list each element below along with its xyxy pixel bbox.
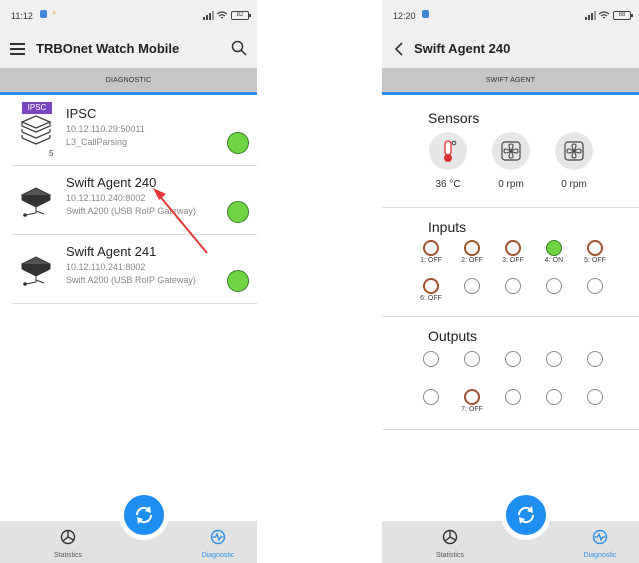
status-bar: 12:20 88 (382, 0, 639, 30)
nav-diagnostic-label: Diagnostic (201, 552, 235, 559)
section-header: SWIFT AGENT (382, 68, 639, 95)
output-indicator (537, 351, 571, 368)
statistics-icon (60, 529, 76, 545)
output-indicator (414, 389, 448, 406)
input-indicator: 3: OFF (496, 240, 530, 264)
fan-icon (555, 132, 593, 170)
sensors-section: Sensors 36 °C 0 rpm 0 rpm (382, 98, 639, 208)
indicator-circle (505, 351, 521, 367)
indicator-circle (423, 278, 439, 294)
output-indicator (455, 351, 489, 368)
sensor-temperature: 36 °C (418, 132, 478, 190)
indicator-circle (464, 240, 480, 256)
input-indicator: 6: OFF (414, 278, 448, 302)
app-bar: Swift Agent 240 (382, 30, 639, 68)
indicator-circle (423, 389, 439, 405)
signal-icon (585, 10, 596, 20)
indicator-label: 1: OFF (420, 257, 442, 264)
input-indicator (537, 278, 571, 295)
back-icon[interactable] (394, 41, 404, 57)
indicator-circle (505, 240, 521, 256)
indicator-circle (587, 240, 603, 256)
nav-diagnostic[interactable]: Diagnostic (188, 529, 248, 559)
outputs-title: Outputs (428, 328, 478, 344)
indicator-label: 5: OFF (584, 257, 606, 264)
input-indicator: 1: OFF (414, 240, 448, 264)
inputs-section: Inputs 1: OFF 2: OFF 3: OFF 4: ON 5: OFF 6: O… (382, 209, 639, 317)
output-indicator: 7: OFF (455, 389, 489, 413)
indicator-circle (587, 351, 603, 367)
indicator-circle (423, 351, 439, 367)
indicator-circle (587, 389, 603, 405)
inputs-title: Inputs (428, 219, 467, 235)
indicator-circle (505, 389, 521, 405)
indicator-circle (587, 278, 603, 294)
wifi-icon (598, 10, 610, 18)
outputs-section: Outputs 7: OFF (382, 318, 639, 430)
indicator-circle (464, 351, 480, 367)
diagnostic-icon (210, 529, 226, 545)
indicator-label: 6: OFF (420, 295, 442, 302)
output-indicator (578, 351, 612, 368)
indicator-label: 7: OFF (461, 406, 483, 413)
indicator-label: 4: ON (544, 257, 564, 264)
annotation-arrow (153, 188, 208, 254)
input-indicator (496, 278, 530, 295)
nav-diagnostic-label: Diagnostic (583, 552, 617, 559)
thermometer-icon (429, 132, 467, 170)
input-indicator (455, 278, 489, 295)
indicator-circle (464, 389, 480, 405)
indicator-label: 2: OFF (461, 257, 483, 264)
refresh-icon (517, 506, 535, 524)
nav-statistics[interactable]: Statistics (38, 529, 98, 559)
status-time: 12:20 (393, 11, 416, 21)
indicator-circle (546, 351, 562, 367)
indicator-circle (464, 278, 480, 294)
nav-statistics-label: Statistics (53, 552, 82, 559)
sensors-title: Sensors (428, 110, 480, 126)
output-indicator (537, 389, 571, 406)
refresh-button[interactable] (501, 490, 551, 540)
refresh-icon (135, 506, 153, 524)
sensor-fan-2: 0 rpm (544, 132, 604, 190)
notification-icon (422, 10, 429, 18)
indicator-circle (546, 240, 562, 256)
sensor-value: 0 rpm (561, 179, 587, 190)
output-indicator (496, 351, 530, 368)
sensor-fan-1: 0 rpm (481, 132, 541, 190)
sensor-value: 0 rpm (498, 179, 524, 190)
battery-icon: 88 (613, 10, 633, 20)
output-indicator (414, 351, 448, 368)
nav-statistics-label: Statistics (435, 552, 464, 559)
nav-diagnostic[interactable]: Diagnostic (570, 529, 630, 559)
fan-icon (492, 132, 530, 170)
sensor-value: 36 °C (435, 179, 461, 190)
page-title: Swift Agent 240 (414, 41, 511, 56)
diagnostic-icon (592, 529, 608, 545)
indicator-circle (546, 278, 562, 294)
indicator-circle (423, 240, 439, 256)
agent-details-screen: 12:20 88 Swift Agent 240 SWIFT AGENT Sen… (382, 0, 639, 563)
refresh-button[interactable] (119, 490, 169, 540)
input-indicator: 2: OFF (455, 240, 489, 264)
input-indicator: 5: OFF (578, 240, 612, 264)
input-indicator (578, 278, 612, 295)
indicator-circle (546, 389, 562, 405)
device-list-screen: 11:12 ⚡ 82 TRBOnet Watch Mobile DIAGNOST… (0, 0, 257, 563)
output-indicator (496, 389, 530, 406)
indicator-circle (505, 278, 521, 294)
input-indicator: 4: ON (537, 240, 571, 264)
statistics-icon (442, 529, 458, 545)
nav-statistics[interactable]: Statistics (420, 529, 480, 559)
indicator-label: 3: OFF (502, 257, 524, 264)
output-indicator (578, 389, 612, 406)
